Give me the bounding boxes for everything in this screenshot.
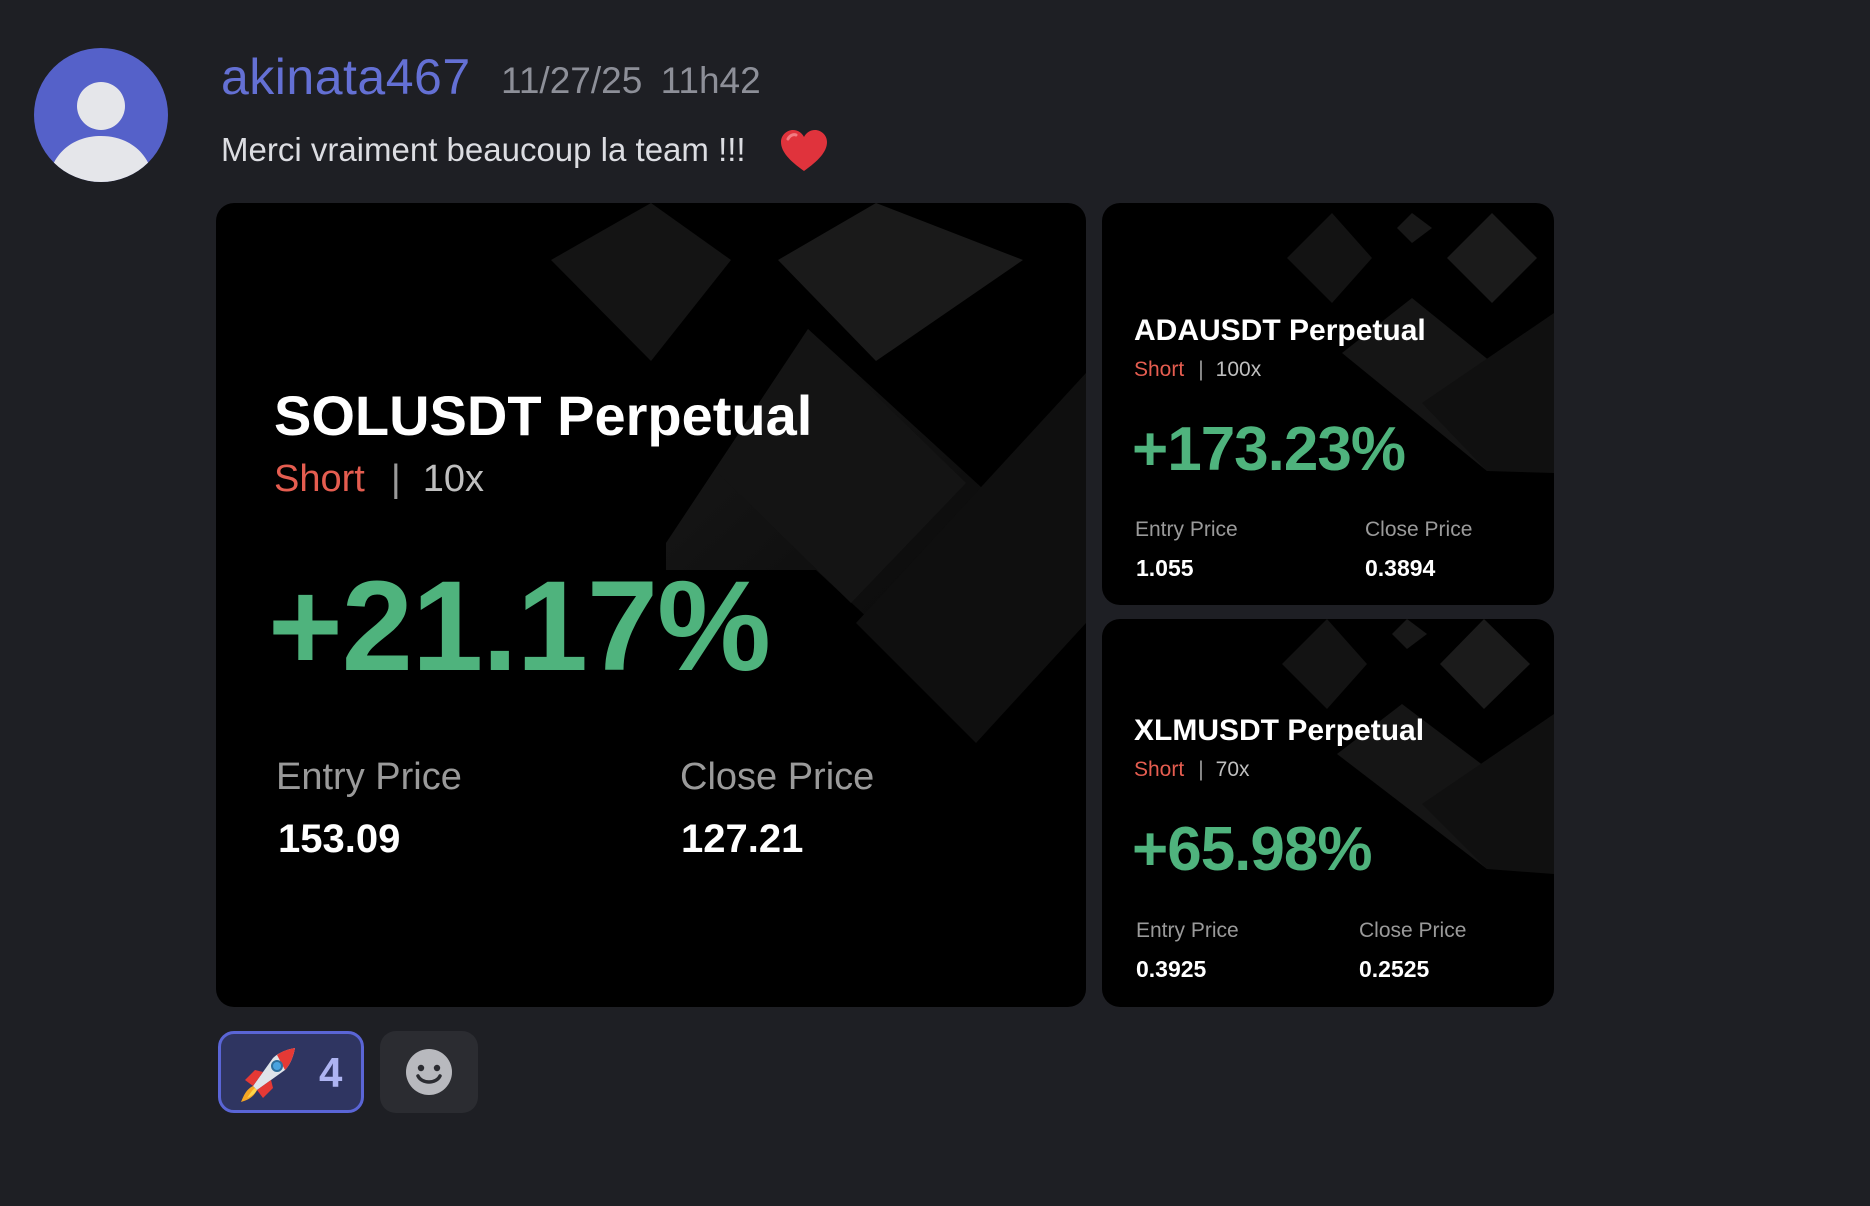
avatar[interactable] bbox=[34, 48, 168, 182]
position-meta: Short | 70x bbox=[1134, 758, 1250, 782]
close-price-value: 127.21 bbox=[681, 817, 804, 861]
message-text: Merci vraiment beaucoup la team !!! bbox=[221, 131, 746, 168]
entry-price-label: Entry Price bbox=[1135, 518, 1238, 541]
position-meta: Short | 100x bbox=[1134, 358, 1261, 382]
position-meta: Short | 10x bbox=[274, 458, 484, 501]
timestamp: 11/27/25 11h42 bbox=[501, 60, 761, 102]
separator: | bbox=[1198, 758, 1204, 781]
leverage: 100x bbox=[1215, 358, 1262, 381]
reaction-rocket-button[interactable]: 4 bbox=[218, 1031, 364, 1113]
message-date: 11/27/25 bbox=[501, 60, 643, 101]
pair-name: XLMUSDT Perpetual bbox=[1134, 714, 1425, 747]
pair-name: ADAUSDT Perpetual bbox=[1134, 314, 1426, 347]
close-price-label: Close Price bbox=[680, 756, 875, 798]
entry-price-label: Entry Price bbox=[1136, 919, 1239, 942]
close-price-value: 0.3894 bbox=[1365, 555, 1436, 581]
entry-price-value: 153.09 bbox=[278, 817, 401, 861]
position-side: Short bbox=[1134, 758, 1185, 781]
close-price-label: Close Price bbox=[1365, 518, 1473, 541]
username[interactable]: akinata467 bbox=[221, 48, 471, 106]
position-side: Short bbox=[1134, 358, 1185, 381]
default-user-icon bbox=[48, 82, 154, 182]
trade-card-ada[interactable]: ADAUSDT Perpetual Short | 100x +173.23% En… bbox=[1102, 203, 1554, 605]
entry-price-label: Entry Price bbox=[276, 756, 462, 798]
reaction-count: 4 bbox=[319, 1049, 343, 1096]
close-price-label: Close Price bbox=[1359, 919, 1467, 942]
pnl-percentage: +65.98% bbox=[1132, 815, 1372, 884]
rocket-icon bbox=[241, 1048, 295, 1102]
smiley-icon bbox=[406, 1049, 452, 1095]
red-heart-icon bbox=[781, 130, 827, 171]
pnl-percentage: +173.23% bbox=[1132, 415, 1406, 484]
trade-card-sol[interactable]: SOLUSDT Perpetual Short | 10x +21.17% Entr… bbox=[216, 203, 1086, 1007]
position-side: Short bbox=[274, 458, 365, 500]
add-reaction-button[interactable] bbox=[380, 1031, 478, 1113]
pair-name: SOLUSDT Perpetual bbox=[274, 384, 813, 447]
entry-price-value: 0.3925 bbox=[1136, 956, 1207, 982]
pnl-percentage: +21.17% bbox=[268, 555, 771, 698]
leverage: 10x bbox=[422, 458, 484, 500]
close-price-value: 0.2525 bbox=[1359, 956, 1430, 982]
chat-message: akinata467 11/27/25 11h42 Merci vraiment… bbox=[0, 0, 1870, 1206]
separator: | bbox=[390, 458, 401, 500]
leverage: 70x bbox=[1215, 758, 1250, 781]
trade-card-xlm[interactable]: XLMUSDT Perpetual Short | 70x +65.98% Entr… bbox=[1102, 619, 1554, 1007]
entry-price-value: 1.055 bbox=[1136, 555, 1194, 581]
message-time: 11h42 bbox=[660, 60, 761, 101]
separator: | bbox=[1198, 358, 1204, 381]
